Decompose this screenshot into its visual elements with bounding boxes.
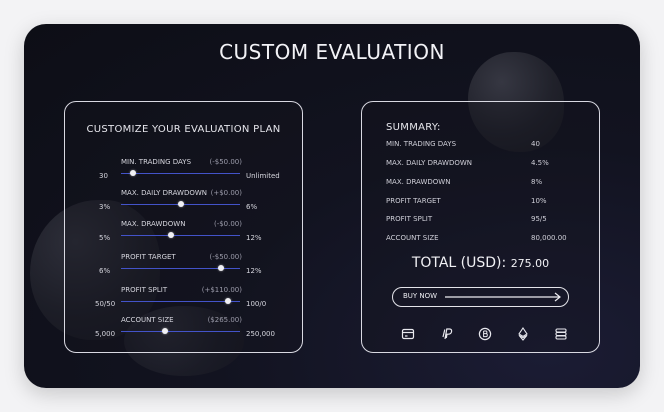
summary-row: PROFIT TARGET 10% <box>386 197 586 209</box>
summary-key: PROFIT SPLIT <box>386 215 433 223</box>
slider-max-value: Unlimited <box>246 172 280 180</box>
summary-key: MAX. DAILY DRAWDOWN <box>386 159 473 167</box>
slider-thumb[interactable] <box>217 265 224 271</box>
slider-min-value: 6% <box>99 267 111 275</box>
slider-max-value: 250,000 <box>246 330 275 338</box>
slider-track[interactable] <box>121 301 240 302</box>
slider-thumb[interactable] <box>162 328 169 334</box>
summary-value: 4.5% <box>531 159 549 167</box>
slider-label: MAX. DAILY DRAWDOWN <box>121 189 208 197</box>
summary-row: MAX. DRAWDOWN 8% <box>386 178 586 190</box>
summary-value: 80,000.00 <box>531 234 567 242</box>
slider-min-value: 5,000 <box>95 330 116 338</box>
summary-row: PROFIT SPLIT 95/5 <box>386 215 586 227</box>
slider-max-daily-drawdown: MAX. DAILY DRAWDOWN (+$0.00) 3% 6% <box>65 189 302 219</box>
total-price: TOTAL (USD): 275.00 <box>362 255 599 271</box>
slider-min-value: 30 <box>99 172 108 180</box>
crypto-stack-icon <box>555 328 567 340</box>
slider-thumb[interactable] <box>225 298 232 304</box>
total-label: TOTAL (USD): <box>411 255 507 271</box>
summary-value: 95/5 <box>531 215 547 223</box>
customize-heading: CUSTOMIZE YOUR EVALUATION PLAN <box>86 124 281 135</box>
slider-price-delta: (+$0.00) <box>210 189 242 197</box>
summary-row: ACCOUNT SIZE 80,000.00 <box>386 234 586 246</box>
slider-track[interactable] <box>121 235 240 236</box>
slider-track[interactable] <box>121 331 240 332</box>
slider-price-delta: (-$0.00) <box>213 220 242 228</box>
slider-account-size: ACCOUNT SIZE ($265.00) 5,000 250,000 <box>65 316 302 346</box>
slider-price-delta: (+$110.00) <box>201 286 242 294</box>
buy-now-button[interactable]: BUY NOW <box>392 287 569 307</box>
slider-label: PROFIT TARGET <box>121 253 176 261</box>
slider-label: MIN. TRADING DAYS <box>121 158 192 166</box>
slider-thumb[interactable] <box>177 201 184 207</box>
slider-min-value: 3% <box>99 203 111 211</box>
summary-key: MIN. TRADING DAYS <box>386 140 457 148</box>
slider-profit-split: PROFIT SPLIT (+$110.00) 50/50 100/0 <box>65 286 302 316</box>
slider-thumb[interactable] <box>167 232 174 238</box>
slider-price-delta: (-$50.00) <box>209 158 242 166</box>
evaluation-card: CUSTOM EVALUATION CUSTOMIZE YOUR EVALUAT… <box>24 24 640 388</box>
slider-price-delta: ($265.00) <box>207 316 242 324</box>
summary-value: 8% <box>531 178 543 186</box>
total-amount: 275.00 <box>510 257 550 270</box>
summary-key: ACCOUNT SIZE <box>386 234 439 242</box>
slider-label: ACCOUNT SIZE <box>121 316 174 324</box>
summary-row: MIN. TRADING DAYS 40 <box>386 140 586 152</box>
slider-max-value: 100/0 <box>246 300 267 308</box>
buy-now-label: BUY NOW <box>403 292 438 300</box>
summary-row: MAX. DAILY DRAWDOWN 4.5% <box>386 159 586 171</box>
summary-value: 10% <box>531 197 547 205</box>
customize-panel: CUSTOMIZE YOUR EVALUATION PLAN MIN. TRAD… <box>64 101 303 353</box>
summary-heading: SUMMARY: <box>386 122 441 133</box>
paypal-icon <box>442 328 453 340</box>
slider-min-trading-days: MIN. TRADING DAYS (-$50.00) 30 Unlimited <box>65 158 302 188</box>
payment-methods <box>392 327 567 341</box>
slider-max-value: 6% <box>246 203 258 211</box>
slider-min-value: 5% <box>99 234 111 242</box>
slider-thumb[interactable] <box>129 170 136 176</box>
card-icon <box>401 328 415 340</box>
summary-key: MAX. DRAWDOWN <box>386 178 451 186</box>
arrow-right-icon <box>445 292 561 302</box>
page-title: CUSTOM EVALUATION <box>219 40 445 64</box>
slider-track[interactable] <box>121 173 240 174</box>
slider-max-value: 12% <box>246 267 262 275</box>
bitcoin-icon <box>478 327 492 341</box>
slider-profit-target: PROFIT TARGET (-$50.00) 6% 12% <box>65 253 302 283</box>
slider-label: MAX. DRAWDOWN <box>121 220 186 228</box>
summary-value: 40 <box>531 140 540 148</box>
slider-max-drawdown: MAX. DRAWDOWN (-$0.00) 5% 12% <box>65 220 302 250</box>
slider-max-value: 12% <box>246 234 262 242</box>
summary-key: PROFIT TARGET <box>386 197 441 205</box>
ethereum-icon <box>518 327 528 341</box>
slider-min-value: 50/50 <box>95 300 116 308</box>
slider-price-delta: (-$50.00) <box>209 253 242 261</box>
summary-panel: SUMMARY: MIN. TRADING DAYS 40 MAX. DAILY… <box>361 101 600 353</box>
slider-label: PROFIT SPLIT <box>121 286 168 294</box>
